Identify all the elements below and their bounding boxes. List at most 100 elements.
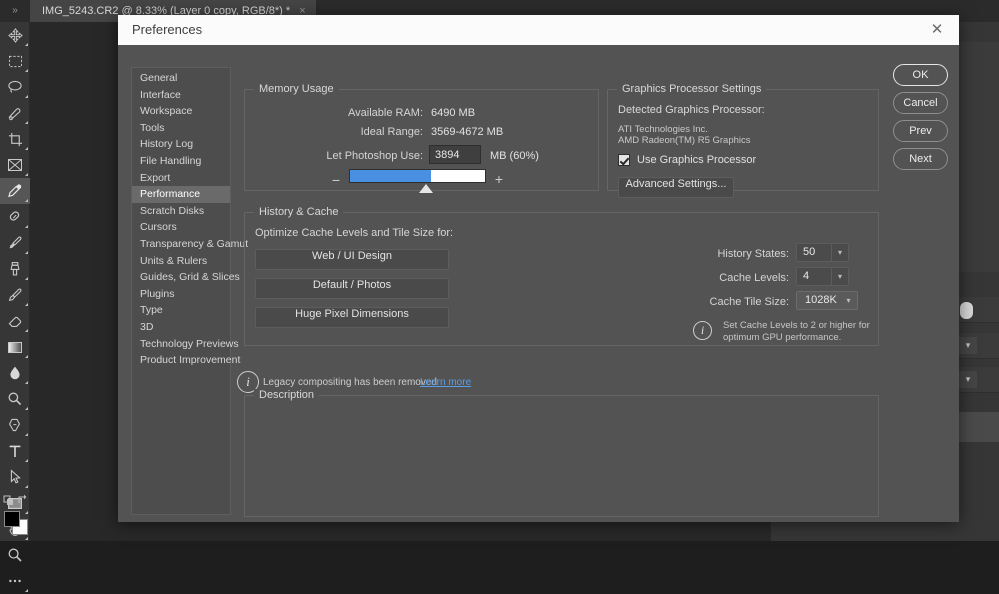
tool-group-indicator-icon [25, 381, 28, 384]
dialog-body: General Interface Workspace Tools Histor… [118, 45, 959, 522]
category-item-history-log[interactable]: History Log [132, 136, 230, 153]
dialog-title: Preferences [132, 15, 202, 45]
dodge-tool[interactable] [0, 386, 30, 412]
tool-group-indicator-icon [25, 459, 28, 462]
edit-toolbar-tool[interactable] [0, 568, 30, 594]
chevron-down-icon[interactable]: ▾ [840, 292, 857, 309]
tools-panel[interactable] [0, 22, 30, 541]
toggle-switch[interactable] [960, 302, 973, 319]
cache-levels-hint-line1: Set Cache Levels to 2 or higher for [723, 320, 870, 331]
crop-tool[interactable] [0, 126, 30, 152]
move-tool[interactable] [0, 22, 30, 48]
memory-slider-track[interactable] [349, 169, 486, 183]
cache-levels-hint: Set Cache Levels to 2 or higher for opti… [723, 320, 870, 344]
memory-usage-group: Memory Usage Available RAM: 6490 MB Idea… [244, 89, 599, 191]
blur-tool[interactable] [0, 360, 30, 386]
gradient-tool[interactable] [0, 334, 30, 360]
tool-group-indicator-icon [25, 589, 28, 592]
foreground-background-color-swatches[interactable] [4, 511, 28, 535]
prev-button[interactable]: Prev [893, 120, 948, 142]
tool-group-indicator-icon [25, 69, 28, 72]
zoom-tool[interactable] [0, 542, 30, 568]
cache-levels-value: 4 [803, 268, 809, 285]
default-and-swap-colors-icon[interactable] [3, 493, 29, 507]
category-item-cursors[interactable]: Cursors [132, 219, 230, 236]
chevron-down-icon[interactable]: ▾ [959, 337, 977, 354]
category-item-plugins[interactable]: Plugins [132, 286, 230, 303]
history-cache-group-label: History & Cache [254, 206, 343, 218]
memory-slider-decrease-icon[interactable]: − [329, 173, 343, 187]
memory-slider-increase-icon[interactable]: + [492, 172, 506, 186]
preset-default-photos-button[interactable]: Default / Photos [255, 278, 449, 299]
type-tool[interactable] [0, 438, 30, 464]
tool-group-indicator-icon [25, 199, 28, 202]
chevron-down-icon[interactable]: ▾ [831, 244, 848, 261]
quick-selection-tool[interactable] [0, 100, 30, 126]
preset-huge-pixel-dimensions-button[interactable]: Huge Pixel Dimensions [255, 307, 449, 328]
eraser-tool[interactable] [0, 308, 30, 334]
advanced-settings-button[interactable]: Advanced Settings... [618, 177, 734, 198]
preferences-category-list[interactable]: General Interface Workspace Tools Histor… [131, 67, 231, 515]
tool-group-indicator-icon [25, 303, 28, 306]
category-item-guides-grid-slices[interactable]: Guides, Grid & Slices [132, 269, 230, 286]
tool-group-indicator-icon [25, 485, 28, 488]
category-item-file-handling[interactable]: File Handling [132, 153, 230, 170]
history-states-label: History States: [645, 248, 789, 260]
rectangular-marquee-tool[interactable] [0, 48, 30, 74]
close-icon[interactable]: ✕ [923, 15, 951, 45]
category-item-type[interactable]: Type [132, 302, 230, 319]
category-item-units-rulers[interactable]: Units & Rulers [132, 253, 230, 270]
category-item-transparency-gamut[interactable]: Transparency & Gamut [132, 236, 230, 253]
next-button[interactable]: Next [893, 148, 948, 170]
learn-more-link[interactable]: Learn more [420, 377, 471, 388]
eyedropper-tool[interactable] [0, 178, 30, 204]
cache-levels-dropdown[interactable]: 4 ▾ [796, 267, 849, 286]
cache-tile-size-value: 1028K [805, 292, 837, 309]
ideal-range-label: Ideal Range: [255, 126, 423, 138]
history-and-cache-group: History & Cache Optimize Cache Levels an… [244, 212, 879, 346]
history-states-dropdown[interactable]: 50 ▾ [796, 243, 849, 262]
spot-healing-brush-tool[interactable] [0, 204, 30, 230]
use-graphics-processor-label: Use Graphics Processor [637, 154, 756, 166]
category-item-performance[interactable]: Performance [132, 186, 230, 203]
chevron-down-icon[interactable]: ▾ [831, 268, 848, 285]
chevron-down-icon[interactable]: ▾ [959, 371, 977, 388]
cache-tile-size-dropdown[interactable]: 1028K ▾ [796, 291, 858, 310]
memory-slider-thumb[interactable] [419, 184, 433, 193]
history-brush-tool[interactable] [0, 282, 30, 308]
category-item-workspace[interactable]: Workspace [132, 103, 230, 120]
category-item-technology-previews[interactable]: Technology Previews [132, 336, 230, 353]
memory-slider-fill [350, 170, 431, 182]
graphics-processor-settings-group: Graphics Processor Settings Detected Gra… [607, 89, 879, 191]
tool-group-indicator-icon [25, 329, 28, 332]
description-group: Description [244, 395, 879, 517]
category-item-3d[interactable]: 3D [132, 319, 230, 336]
use-graphics-processor-row[interactable]: Use Graphics Processor [618, 154, 756, 166]
ok-button[interactable]: OK [893, 64, 948, 86]
history-states-value: 50 [803, 244, 815, 261]
preset-web-ui-design-button[interactable]: Web / UI Design [255, 249, 449, 270]
category-item-product-improvement[interactable]: Product Improvement [132, 352, 230, 369]
category-item-general[interactable]: General [132, 70, 230, 87]
pen-tool[interactable] [0, 412, 30, 438]
let-photoshop-use-suffix: MB (60%) [490, 150, 539, 162]
category-item-interface[interactable]: Interface [132, 87, 230, 104]
graphics-vendor-value: ATI Technologies Inc. [618, 124, 708, 135]
lasso-tool[interactable] [0, 74, 30, 100]
category-item-export[interactable]: Export [132, 170, 230, 187]
panel-overflow-icon[interactable]: » [2, 2, 28, 20]
memory-usage-group-label: Memory Usage [254, 83, 339, 95]
use-graphics-processor-checkbox[interactable] [618, 154, 630, 166]
path-selection-tool[interactable] [0, 464, 30, 490]
tool-group-indicator-icon [25, 537, 28, 540]
category-item-scratch-disks[interactable]: Scratch Disks [132, 203, 230, 220]
let-photoshop-use-input[interactable] [429, 145, 481, 164]
category-item-tools[interactable]: Tools [132, 120, 230, 137]
frame-tool[interactable] [0, 152, 30, 178]
foreground-color-swatch[interactable] [4, 511, 20, 527]
brush-tool[interactable] [0, 230, 30, 256]
cancel-button[interactable]: Cancel [893, 92, 948, 114]
clone-stamp-tool[interactable] [0, 256, 30, 282]
tool-group-indicator-icon [25, 251, 28, 254]
optimize-cache-label: Optimize Cache Levels and Tile Size for: [255, 227, 453, 239]
